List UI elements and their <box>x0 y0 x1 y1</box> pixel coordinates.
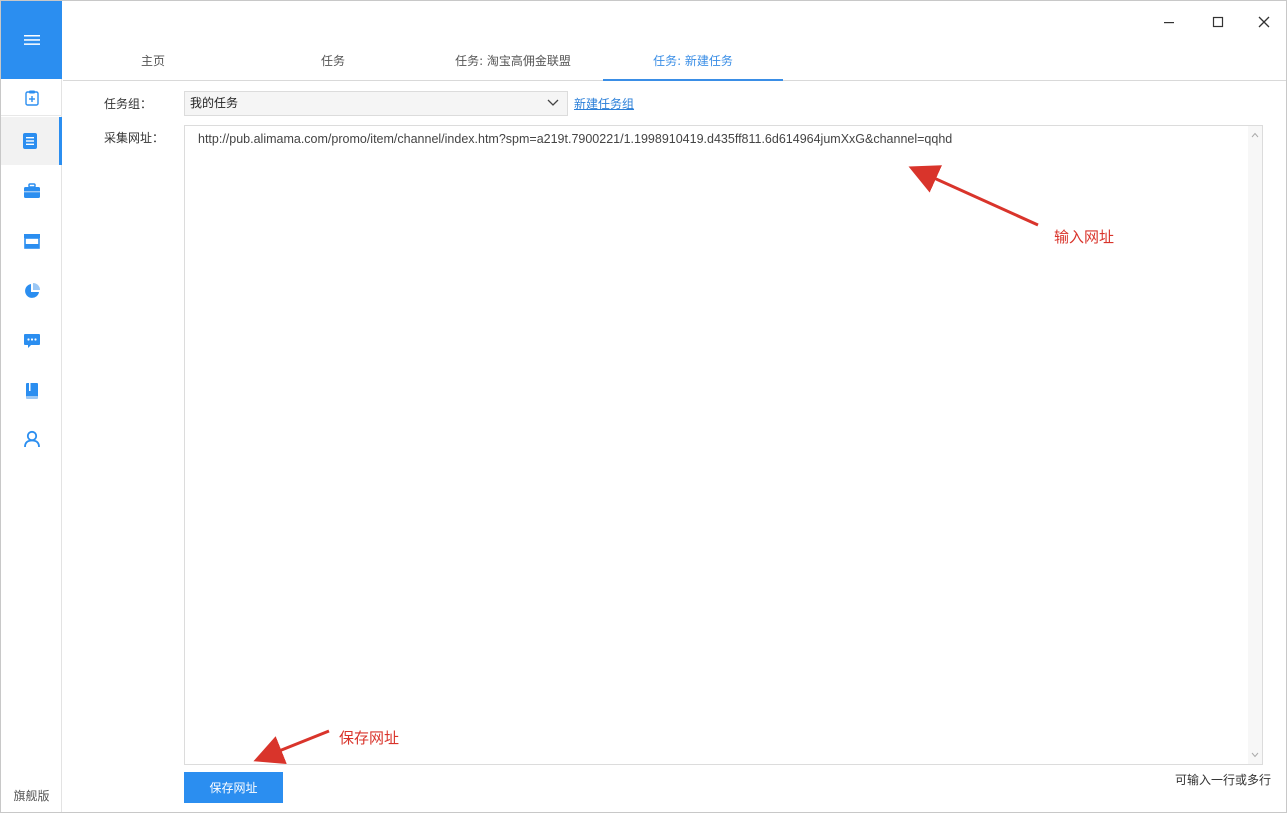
annotation-save-url: 保存网址 <box>339 729 400 747</box>
annotation-input-url: 输入网址 <box>1054 228 1115 246</box>
new-task-group-link[interactable]: 新建任务组 <box>574 95 634 112</box>
scroll-down-button[interactable] <box>1248 748 1262 762</box>
app-window: 旗舰版 主页 任务 任务: 淘宝高佣金联盟 任务: 新建任务 任务组： 我的任务… <box>0 0 1287 813</box>
minimize-icon <box>1164 22 1174 24</box>
close-button[interactable] <box>1250 9 1278 35</box>
sidebar-item-stats[interactable] <box>1 267 62 315</box>
briefcase-icon <box>23 183 40 198</box>
sidebar-item-new-task[interactable] <box>1 80 62 116</box>
url-textarea[interactable]: http://pub.alimama.com/promo/item/channe… <box>184 125 1263 765</box>
sidebar-item-guide[interactable] <box>1 367 62 415</box>
scroll-up-button[interactable] <box>1248 128 1262 142</box>
task-group-value: 我的任务 <box>190 96 239 110</box>
tab-taobao-alliance[interactable]: 任务: 淘宝高佣金联盟 <box>423 41 603 81</box>
book-icon <box>25 383 38 399</box>
maximize-button[interactable] <box>1204 9 1232 35</box>
sidebar-item-tasks[interactable] <box>1 117 62 165</box>
maximize-icon <box>1212 16 1224 28</box>
hamburger-menu-button[interactable] <box>1 1 62 79</box>
input-hint: 可输入一行或多行 <box>1174 773 1271 787</box>
sidebar-item-store[interactable] <box>1 217 62 265</box>
chevron-down-icon <box>1251 752 1259 758</box>
tab-new-task[interactable]: 任务: 新建任务 <box>603 41 783 81</box>
document-icon <box>23 133 37 149</box>
pie-chart-icon <box>24 283 40 298</box>
sidebar: 旗舰版 <box>1 1 62 812</box>
store-icon <box>23 234 40 249</box>
sidebar-item-account[interactable] <box>1 415 62 463</box>
task-group-select[interactable]: 我的任务 <box>184 91 568 116</box>
tab-home[interactable]: 主页 <box>63 41 243 81</box>
chevron-up-icon <box>1251 132 1259 138</box>
url-label: 采集网址： <box>104 131 165 145</box>
clipboard-icon <box>24 90 39 106</box>
minimize-button[interactable] <box>1155 9 1183 35</box>
user-icon <box>23 430 40 448</box>
edition-label: 旗舰版 <box>13 789 50 803</box>
hamburger-icon <box>23 35 40 45</box>
tab-tasks[interactable]: 任务 <box>243 41 423 81</box>
save-url-button[interactable]: 保存网址 <box>184 772 283 803</box>
message-icon <box>23 334 40 348</box>
close-icon <box>1258 16 1270 28</box>
textarea-scrollbar[interactable] <box>1248 126 1262 764</box>
tab-bar: 主页 任务 任务: 淘宝高佣金联盟 任务: 新建任务 <box>63 41 1286 81</box>
sidebar-item-jobs[interactable] <box>1 167 62 215</box>
url-text: http://pub.alimama.com/promo/item/channe… <box>198 132 953 146</box>
sidebar-item-messages[interactable] <box>1 317 62 365</box>
task-group-label: 任务组： <box>104 97 153 111</box>
chevron-down-icon <box>547 99 559 106</box>
